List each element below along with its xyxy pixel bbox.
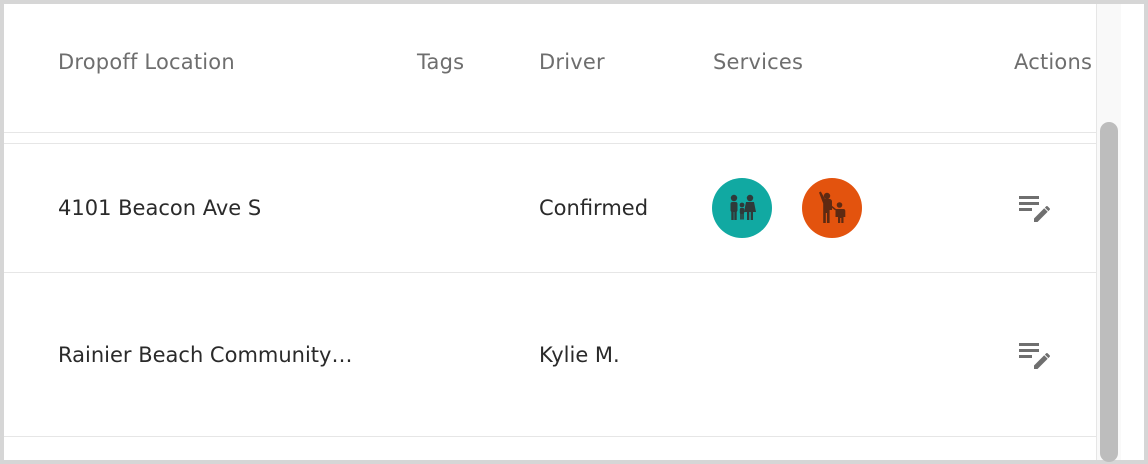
driver-cell: Kylie M. [539,343,620,367]
driver-cell: Confirmed [539,196,649,220]
family-icon[interactable] [712,178,772,238]
dropoff-location-cell: Rainier Beach Community… [58,343,353,367]
column-header-dropoff-location[interactable]: Dropoff Location [58,50,235,74]
column-header-tags[interactable]: Tags [417,50,464,74]
table-row[interactable] [4,436,1096,460]
right-gutter [1121,4,1144,460]
edit-note-icon[interactable] [1015,188,1055,228]
edit-note-icon[interactable] [1015,335,1055,375]
dropoff-location-cell: 4101 Beacon Ave S [58,196,262,220]
column-header-driver[interactable]: Driver [539,50,605,74]
parent-child-icon[interactable] [802,178,862,238]
rides-table: Dropoff Location Tags Driver Services Ac… [4,4,1096,460]
table-header: Dropoff Location Tags Driver Services Ac… [4,4,1096,133]
column-header-actions: Actions [1014,50,1093,74]
scrollbar-thumb[interactable] [1100,122,1118,462]
table-row[interactable]: Rainier Beach Community… Kylie M. [4,272,1096,437]
column-header-services[interactable]: Services [713,50,803,74]
table-row[interactable]: 4101 Beacon Ave S Confirmed [4,143,1096,273]
